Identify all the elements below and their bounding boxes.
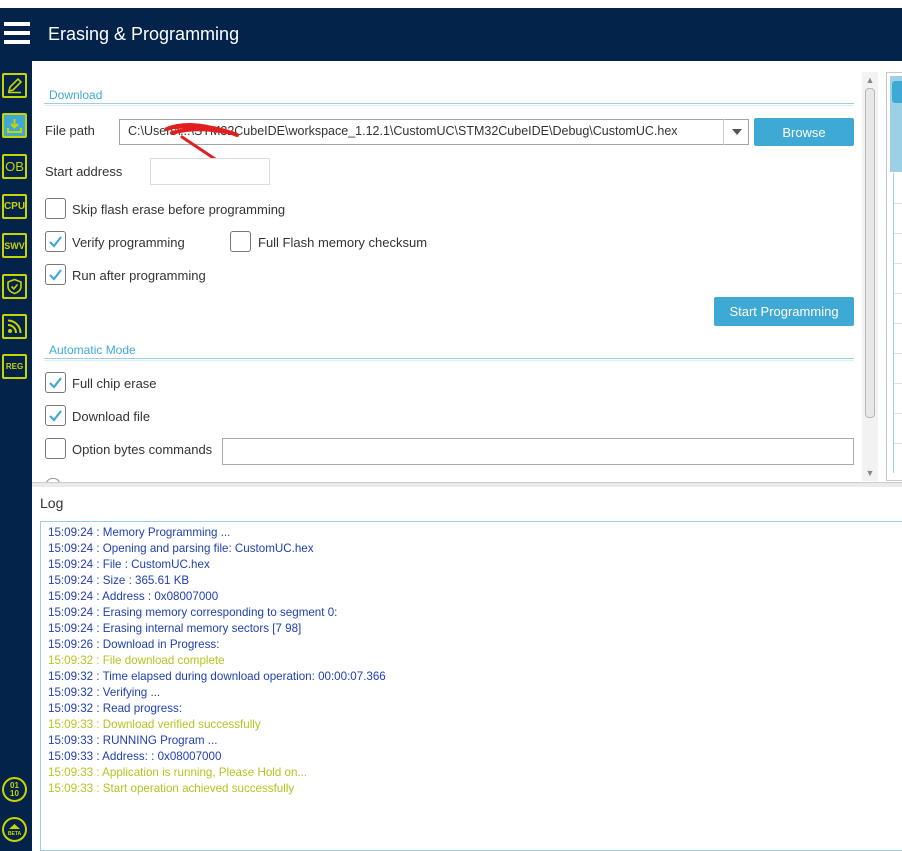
- log-line: 15:09:24 : Erasing memory corresponding …: [48, 606, 338, 619]
- automatic-mode-section-title: Automatic Mode: [49, 343, 136, 357]
- erasing-programming-panel: Download File path C:\Users\...\STM32Cub…: [32, 61, 862, 484]
- reg-icon: REG: [5, 362, 24, 371]
- rss-icon: [7, 319, 22, 334]
- scrollbar-thumb[interactable]: [865, 88, 875, 418]
- log-output: 15:09:24 : Memory Programming ... 15:09:2…: [40, 521, 902, 851]
- section-divider: [44, 103, 854, 106]
- full-chip-erase-label: Full chip erase: [72, 376, 157, 391]
- app-header: Erasing & Programming: [0, 8, 902, 61]
- log-line: 15:09:24 : File : CustomUC.hex: [48, 558, 210, 571]
- log-line: 15:09:24 : Address : 0x08007000: [48, 590, 219, 603]
- log-title: Log: [40, 495, 64, 511]
- start-programming-button[interactable]: Start Programming: [714, 297, 854, 326]
- sidebar-item-download[interactable]: [2, 113, 27, 138]
- file-path-label: File path: [45, 123, 95, 138]
- sidebar-item-ob[interactable]: OB: [2, 154, 27, 179]
- sidebar-item-edit[interactable]: [2, 73, 27, 98]
- sidebar-item-rss[interactable]: [2, 314, 27, 339]
- option-bytes-checkbox[interactable]: [45, 438, 66, 459]
- sidebar-item-cpu[interactable]: CPU: [2, 194, 27, 219]
- sidebar: OB CPU SWV REG 01 10 BETA: [0, 61, 32, 851]
- log-line: 15:09:32 : Time elapsed during download …: [48, 670, 386, 683]
- scroll-up-icon[interactable]: ▲: [865, 75, 875, 85]
- sidebar-item-reg[interactable]: REG: [2, 354, 27, 379]
- log-line: 15:09:24 : Memory Programming ...: [48, 526, 231, 539]
- section-divider: [44, 358, 854, 361]
- log-line: 15:09:26 : Download in Progress:: [48, 638, 220, 651]
- log-line: 15:09:33 : Download verified successfull…: [48, 718, 261, 731]
- pencil-icon: [7, 77, 23, 94]
- chevron-down-icon[interactable]: [723, 119, 749, 145]
- shield-icon: [7, 278, 22, 295]
- start-address-input[interactable]: [150, 158, 270, 185]
- skip-erase-checkbox[interactable]: [45, 198, 66, 219]
- log-splitter[interactable]: [32, 482, 902, 487]
- skip-erase-label: Skip flash erase before programming: [72, 202, 286, 217]
- log-line: 15:09:33 : Address: : 0x08007000: [48, 750, 222, 763]
- top-strip: [0, 0, 902, 8]
- log-line: 15:09:33 : Application is running, Pleas…: [48, 766, 308, 779]
- download-file-checkbox[interactable]: [45, 405, 66, 426]
- cpu-icon: CPU: [3, 201, 26, 212]
- log-line: 15:09:32 : File download complete: [48, 654, 225, 667]
- full-checksum-checkbox[interactable]: [230, 231, 251, 252]
- run-after-label: Run after programming: [72, 268, 206, 283]
- full-chip-erase-checkbox[interactable]: [45, 372, 66, 393]
- sidebar-item-beta[interactable]: BETA: [2, 817, 27, 842]
- swv-icon: SWV: [4, 240, 25, 251]
- binary-icon: 01 10: [10, 780, 19, 798]
- full-checksum-label: Full Flash memory checksum: [258, 235, 428, 250]
- sidebar-item-swv[interactable]: SWV: [2, 233, 27, 258]
- verify-programming-checkbox[interactable]: [45, 231, 66, 252]
- menu-icon[interactable]: [4, 22, 30, 44]
- option-bytes-input[interactable]: [222, 438, 854, 465]
- log-line: 15:09:32 : Verifying ...: [48, 686, 161, 699]
- download-file-label: Download file: [72, 409, 151, 424]
- log-line: 15:09:24 : Size : 365.61 KB: [48, 574, 190, 587]
- sidebar-item-binary[interactable]: 01 10: [2, 777, 27, 802]
- verify-programming-label: Verify programming: [72, 235, 185, 250]
- sidebar-item-security[interactable]: [2, 274, 27, 299]
- beta-gear-icon: BETA: [8, 824, 22, 837]
- log-line: 15:09:24 : Opening and parsing file: Cus…: [48, 542, 314, 555]
- scroll-down-icon[interactable]: ▼: [865, 468, 875, 478]
- right-panel-list: [893, 173, 902, 473]
- download-section-title: Download: [49, 88, 103, 102]
- log-line: 15:09:24 : Erasing internal memory secto…: [48, 622, 302, 635]
- svg-text:BETA: BETA: [8, 831, 22, 837]
- right-panel-tab[interactable]: [892, 81, 902, 103]
- start-address-label: Start address: [45, 164, 123, 179]
- panel-scrollbar[interactable]: ▲ ▼: [862, 72, 878, 481]
- right-side-panel: [886, 72, 902, 481]
- log-line: 15:09:32 : Read progress:: [48, 702, 183, 715]
- log-line: 15:09:33 : RUNNING Program ...: [48, 734, 218, 747]
- ob-icon: OB: [5, 159, 24, 174]
- run-after-checkbox[interactable]: [45, 264, 66, 285]
- log-line: 15:09:33 : Start operation achieved succ…: [48, 782, 295, 795]
- option-bytes-label: Option bytes commands: [72, 442, 213, 457]
- browse-button[interactable]: Browse: [754, 118, 854, 146]
- download-icon: [7, 119, 22, 133]
- page-title: Erasing & Programming: [48, 24, 240, 44]
